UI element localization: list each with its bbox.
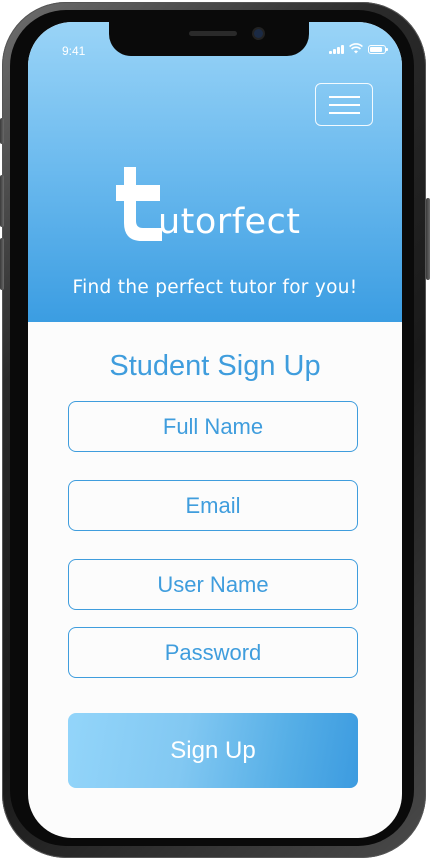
status-icons bbox=[329, 42, 388, 54]
email-field[interactable] bbox=[68, 480, 358, 531]
wifi-icon bbox=[349, 43, 363, 54]
cellular-signal-icon bbox=[329, 44, 344, 54]
full-name-field[interactable] bbox=[68, 401, 358, 452]
header-banner: 9:41 utorfect Find the perfect tutor for… bbox=[28, 22, 402, 322]
volume-down-button bbox=[0, 238, 4, 290]
password-field[interactable] bbox=[68, 627, 358, 678]
hamburger-menu-icon-bar bbox=[329, 104, 360, 106]
mute-switch bbox=[0, 118, 4, 144]
sign-up-button[interactable]: Sign Up bbox=[68, 713, 358, 788]
tagline: Find the perfect tutor for you! bbox=[72, 277, 358, 298]
battery-icon bbox=[368, 45, 388, 54]
phone-notch bbox=[109, 22, 309, 56]
hamburger-menu-button[interactable] bbox=[315, 83, 373, 126]
user-name-field[interactable] bbox=[68, 559, 358, 610]
phone-mockup: 9:41 utorfect Find the perfect tutor for… bbox=[0, 0, 430, 862]
speaker-grille bbox=[189, 31, 237, 36]
power-button bbox=[426, 198, 430, 280]
hamburger-menu-icon-bar bbox=[329, 112, 360, 114]
tutorfect-logo: utorfect bbox=[116, 165, 316, 245]
volume-up-button bbox=[0, 175, 4, 227]
status-time: 9:41 bbox=[62, 44, 86, 58]
logo-wordmark: utorfect bbox=[158, 202, 301, 242]
app-screen: 9:41 utorfect Find the perfect tutor for… bbox=[28, 22, 402, 838]
page-title: Student Sign Up bbox=[109, 350, 321, 382]
front-camera-icon bbox=[254, 29, 263, 38]
hamburger-menu-icon bbox=[329, 96, 360, 98]
